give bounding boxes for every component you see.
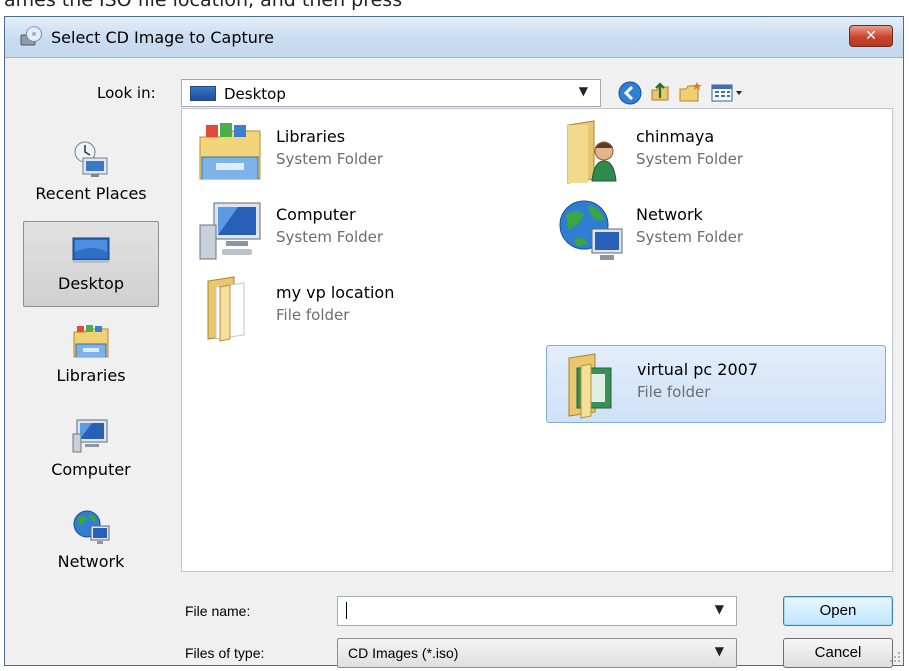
place-network[interactable]: Network bbox=[23, 500, 159, 586]
file-list[interactable]: Libraries System Folder chinmaya System … bbox=[181, 108, 893, 572]
file-type: System Folder bbox=[636, 150, 744, 168]
libraries-folder-icon bbox=[199, 123, 261, 180]
select-cd-image-dialog: Select CD Image to Capture ✕ Look in: De… bbox=[4, 16, 904, 668]
file-type: System Folder bbox=[276, 150, 384, 168]
libraries-icon bbox=[73, 325, 109, 358]
place-label: Desktop bbox=[58, 274, 124, 293]
desktop-icon bbox=[72, 237, 110, 263]
place-label: Computer bbox=[51, 460, 131, 479]
file-name: Network bbox=[636, 205, 703, 224]
file-type: System Folder bbox=[636, 228, 744, 246]
place-computer[interactable]: Computer bbox=[23, 408, 159, 494]
file-name: chinmaya bbox=[636, 127, 715, 146]
chevron-down-icon: ▼ bbox=[578, 84, 588, 98]
list-item[interactable]: Network System Folder bbox=[546, 191, 886, 269]
close-button[interactable]: ✕ bbox=[849, 25, 893, 47]
recent-places-icon bbox=[74, 141, 108, 177]
list-item[interactable]: my vp location File folder bbox=[186, 269, 526, 347]
up-folder-icon[interactable] bbox=[647, 80, 673, 106]
new-folder-icon[interactable] bbox=[677, 80, 703, 106]
dialog-body: Look in: Desktop ▼ Recent Places Desktop… bbox=[5, 58, 903, 668]
file-name-field[interactable]: ▼ bbox=[337, 596, 737, 626]
chevron-down-icon[interactable]: ▼ bbox=[715, 602, 724, 616]
look-in-label: Look in: bbox=[97, 84, 156, 102]
files-of-type-dropdown[interactable]: CD Images (*.iso) ▼ bbox=[337, 638, 737, 668]
place-libraries[interactable]: Libraries bbox=[23, 314, 159, 400]
place-label: Libraries bbox=[56, 366, 126, 385]
look-in-value: Desktop bbox=[224, 85, 286, 103]
file-name: virtual pc 2007 bbox=[637, 360, 758, 379]
look-in-dropdown[interactable]: Desktop ▼ bbox=[181, 79, 601, 107]
network-icon bbox=[73, 510, 110, 544]
view-menu-icon[interactable] bbox=[709, 80, 747, 106]
resize-grip-icon[interactable] bbox=[889, 651, 901, 663]
chevron-down-icon: ▼ bbox=[714, 644, 724, 658]
network-icon bbox=[559, 200, 623, 260]
file-type: System Folder bbox=[276, 228, 384, 246]
list-item[interactable]: virtual pc 2007 File folder bbox=[546, 345, 886, 423]
place-desktop[interactable]: Desktop bbox=[23, 221, 159, 307]
open-button[interactable]: Open bbox=[783, 596, 893, 626]
places-bar: Recent Places Desktop Libraries Computer… bbox=[19, 108, 169, 618]
cd-capture-icon bbox=[20, 26, 42, 46]
file-name-input[interactable] bbox=[342, 600, 706, 624]
window-title: Select CD Image to Capture bbox=[51, 28, 274, 47]
folder-icon bbox=[207, 276, 245, 342]
file-name: Libraries bbox=[276, 127, 346, 146]
file-name: Computer bbox=[276, 205, 356, 224]
file-name: my vp location bbox=[276, 283, 395, 302]
place-recent-places[interactable]: Recent Places bbox=[23, 132, 159, 218]
list-item[interactable]: chinmaya System Folder bbox=[546, 113, 886, 191]
folder-icon bbox=[568, 353, 612, 419]
place-label: Recent Places bbox=[35, 184, 147, 203]
list-item[interactable]: Libraries System Folder bbox=[186, 113, 526, 191]
user-folder-icon bbox=[567, 120, 617, 184]
files-of-type-label: Files of type: bbox=[185, 645, 265, 661]
file-type: File folder bbox=[637, 383, 711, 401]
file-name-label: File name: bbox=[185, 603, 251, 619]
list-item[interactable]: Computer System Folder bbox=[186, 191, 526, 269]
computer-icon bbox=[72, 419, 108, 453]
text-caret bbox=[346, 602, 347, 619]
back-icon[interactable] bbox=[617, 80, 643, 106]
file-type: File folder bbox=[276, 306, 350, 324]
background-text-fragment: ames the ISO file location, and then pre… bbox=[4, 0, 403, 11]
files-of-type-value: CD Images (*.iso) bbox=[348, 645, 459, 661]
cancel-button[interactable]: Cancel bbox=[783, 638, 893, 668]
title-bar: Select CD Image to Capture ✕ bbox=[5, 17, 903, 58]
place-label: Network bbox=[57, 552, 125, 571]
desktop-icon bbox=[190, 86, 216, 101]
computer-icon bbox=[199, 202, 261, 260]
